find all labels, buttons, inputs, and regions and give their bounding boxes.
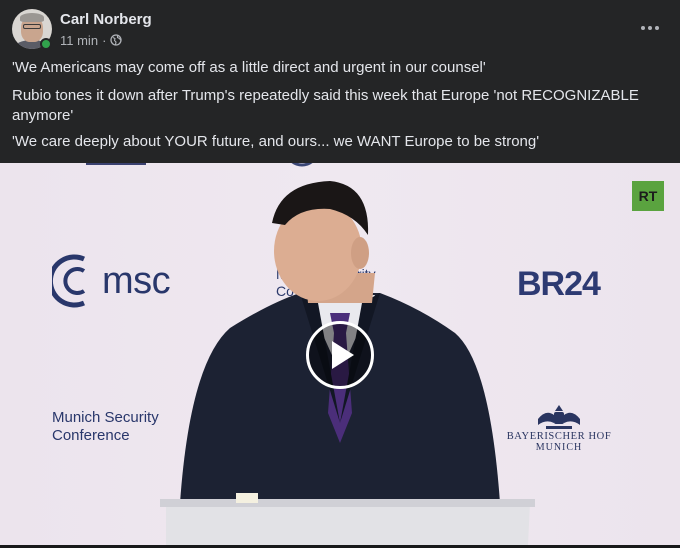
post-text-line: Rubio tones it down after Trump's repeat… xyxy=(12,87,639,124)
meta-separator: · xyxy=(102,32,107,48)
post-text-line: 'We care deeply about YOUR future, and o… xyxy=(12,133,540,150)
globe-icon xyxy=(110,34,123,46)
more-options-icon[interactable] xyxy=(634,12,666,44)
post-header: Carl Norberg 11 min · xyxy=(0,0,680,58)
play-icon[interactable] xyxy=(306,321,374,389)
post-text-line: 'We Americans may come off as a little d… xyxy=(12,59,486,76)
video-player[interactable]: ▬▬▬▬▬▬ msc M curityCo Munich Security Co… xyxy=(0,163,680,545)
author-name[interactable]: Carl Norberg xyxy=(60,11,152,28)
post-timestamp[interactable]: 11 min xyxy=(60,33,98,48)
post-body: 'We Americans may come off as a little d… xyxy=(12,58,662,160)
online-status-icon xyxy=(40,38,52,50)
post-card: Carl Norberg 11 min · 'We Americans may … xyxy=(0,0,680,548)
post-meta: 11 min · xyxy=(60,32,123,48)
